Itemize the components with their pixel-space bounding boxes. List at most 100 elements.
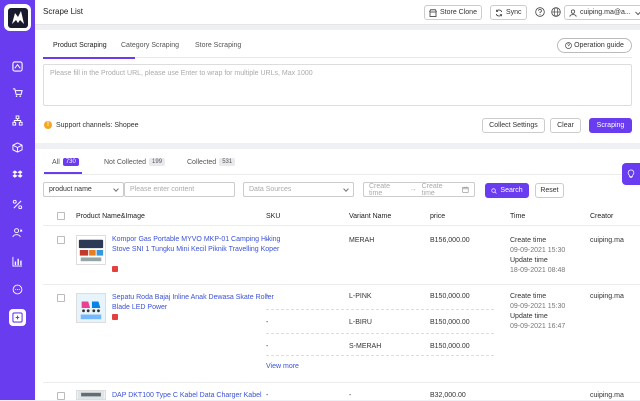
clear-button[interactable]: Clear: [550, 118, 581, 133]
product-name-link[interactable]: Sepatu Roda Bajaj Inline Anak Dewasa Ska…: [112, 293, 292, 313]
active-tab-indicator: [43, 57, 135, 59]
update-time-value: 09-09-2021 16:47: [510, 323, 566, 330]
product-image[interactable]: [76, 235, 106, 265]
search-input[interactable]: Please enter content: [124, 182, 235, 197]
support-channels: ! Support channels: Shopee: [44, 121, 139, 129]
tab-store-scraping[interactable]: Store Scraping: [195, 42, 241, 49]
collect-settings-button[interactable]: Collect Settings: [482, 118, 545, 133]
variant-divider: [266, 333, 494, 334]
create-time-label: Create time: [510, 237, 547, 244]
store-icon: [429, 8, 437, 17]
subtab-collected-count: 531: [219, 158, 236, 166]
shopee-tag-icon: [112, 266, 118, 272]
search-type-select[interactable]: product name: [43, 182, 124, 197]
header-divider: [43, 225, 640, 226]
store-clone-button[interactable]: Store Clone: [424, 5, 482, 20]
bar-chart-icon[interactable]: [9, 253, 26, 270]
variant-name: L-PINK: [349, 293, 372, 300]
data-source-select[interactable]: Data Sources: [243, 182, 354, 197]
create-time-start: Create time: [369, 182, 391, 197]
product-name-link[interactable]: Kompor Gas Portable MYVO MKP-01 Camping …: [112, 235, 292, 255]
wolf-logo-icon: [7, 7, 28, 28]
tips-button[interactable]: [622, 163, 640, 185]
chevron-down-icon: [634, 11, 640, 15]
search-icon: [491, 187, 498, 194]
row-checkbox[interactable]: [57, 236, 65, 244]
user-icon: [569, 8, 577, 17]
sync-button[interactable]: Sync: [490, 5, 527, 20]
subtab-collected-label: Collected: [187, 158, 217, 166]
variant-name: S-MERAH: [349, 343, 382, 350]
header-creator: Creator: [590, 213, 614, 220]
account-menu[interactable]: cuiping.ma@a...: [564, 5, 640, 20]
data-source-placeholder: Data Sources: [249, 186, 292, 193]
tab-product-scraping[interactable]: Product Scraping: [53, 42, 107, 49]
create-time-range[interactable]: Create time → Create time: [363, 182, 475, 197]
sku-value: -: [266, 343, 269, 350]
help-icon[interactable]: [535, 7, 545, 17]
hierarchy-icon[interactable]: [9, 112, 26, 129]
product-thumbnail: [78, 239, 104, 262]
price-value: B156,000.00: [430, 237, 470, 244]
product-url-input[interactable]: Please fill in the Product URL, please u…: [43, 64, 632, 106]
search-button[interactable]: Search: [485, 183, 529, 198]
shopee-tag-icon: [112, 314, 118, 320]
row-checkbox[interactable]: [57, 294, 65, 302]
header-sku: SKU: [266, 213, 281, 220]
tab-category-scraping[interactable]: Category Scraping: [121, 42, 179, 49]
create-time-label: Create time: [510, 293, 547, 300]
sku-value: -: [266, 293, 269, 300]
update-time-value: 18-09-2021 08:48: [510, 267, 566, 274]
users-icon[interactable]: [9, 224, 26, 241]
range-arrow: →: [409, 186, 417, 193]
top-bar: Scrape List Store Clone Sync cuiping.ma@…: [35, 0, 640, 25]
scrape-list-icon[interactable]: [9, 309, 26, 326]
header-product-name: Product Name&Image: [76, 213, 145, 220]
header-price: price: [430, 213, 446, 220]
product-image[interactable]: [76, 390, 106, 400]
dropbox-icon[interactable]: [9, 166, 26, 183]
chat-icon[interactable]: [9, 281, 26, 298]
sync-label: Sync: [506, 9, 522, 16]
subtab-all-label: All: [52, 158, 60, 166]
row-divider: [43, 284, 640, 285]
dashboard-icon[interactable]: [9, 58, 26, 75]
header-variant-name: Variant Name: [349, 213, 392, 220]
store-clone-label: Store Clone: [440, 9, 477, 16]
operation-guide-label: Operation guide: [574, 42, 624, 49]
subtab-not-collected[interactable]: Not Collected 199: [104, 158, 166, 166]
price-value: B150,000.00: [430, 343, 470, 350]
support-channels-text: Support channels: Shopee: [56, 121, 139, 129]
subtab-divider: [43, 174, 632, 175]
creator-value: cuiping.ma: [590, 237, 624, 244]
select-all-checkbox[interactable]: [57, 212, 65, 220]
view-more-link[interactable]: View more: [266, 363, 299, 370]
header-time: Time: [510, 213, 526, 220]
account-email: cuiping.ma@a...: [580, 9, 631, 16]
reset-button[interactable]: Reset: [535, 183, 564, 198]
app-logo[interactable]: [4, 4, 31, 31]
search-type-value: product name: [49, 186, 92, 193]
globe-icon[interactable]: [551, 7, 561, 17]
operation-guide-button[interactable]: Operation guide: [557, 38, 632, 53]
subtab-collected[interactable]: Collected 531: [187, 158, 236, 166]
percent-icon[interactable]: [9, 196, 26, 213]
creator-value: cuiping.ma: [590, 293, 624, 300]
sync-icon: [495, 9, 503, 16]
variant-name: MERAH: [349, 237, 375, 244]
create-time-end: Create time: [421, 182, 443, 197]
subtab-all-count: 730: [62, 158, 79, 166]
lightbulb-icon: [627, 169, 635, 178]
cart-icon[interactable]: [9, 84, 26, 101]
product-thumbnail: [77, 294, 105, 322]
row-checkbox[interactable]: [57, 392, 65, 400]
scraping-button[interactable]: Scraping: [589, 118, 632, 133]
update-time-label: Update time: [510, 313, 548, 320]
product-thumbnail: [77, 391, 105, 399]
box-icon[interactable]: [9, 139, 26, 156]
subtab-all[interactable]: All 730: [52, 158, 79, 166]
calendar-icon: [462, 186, 469, 193]
product-image[interactable]: [76, 293, 106, 323]
variant-name: L-BIRU: [349, 319, 372, 326]
variant-divider: [266, 355, 494, 356]
